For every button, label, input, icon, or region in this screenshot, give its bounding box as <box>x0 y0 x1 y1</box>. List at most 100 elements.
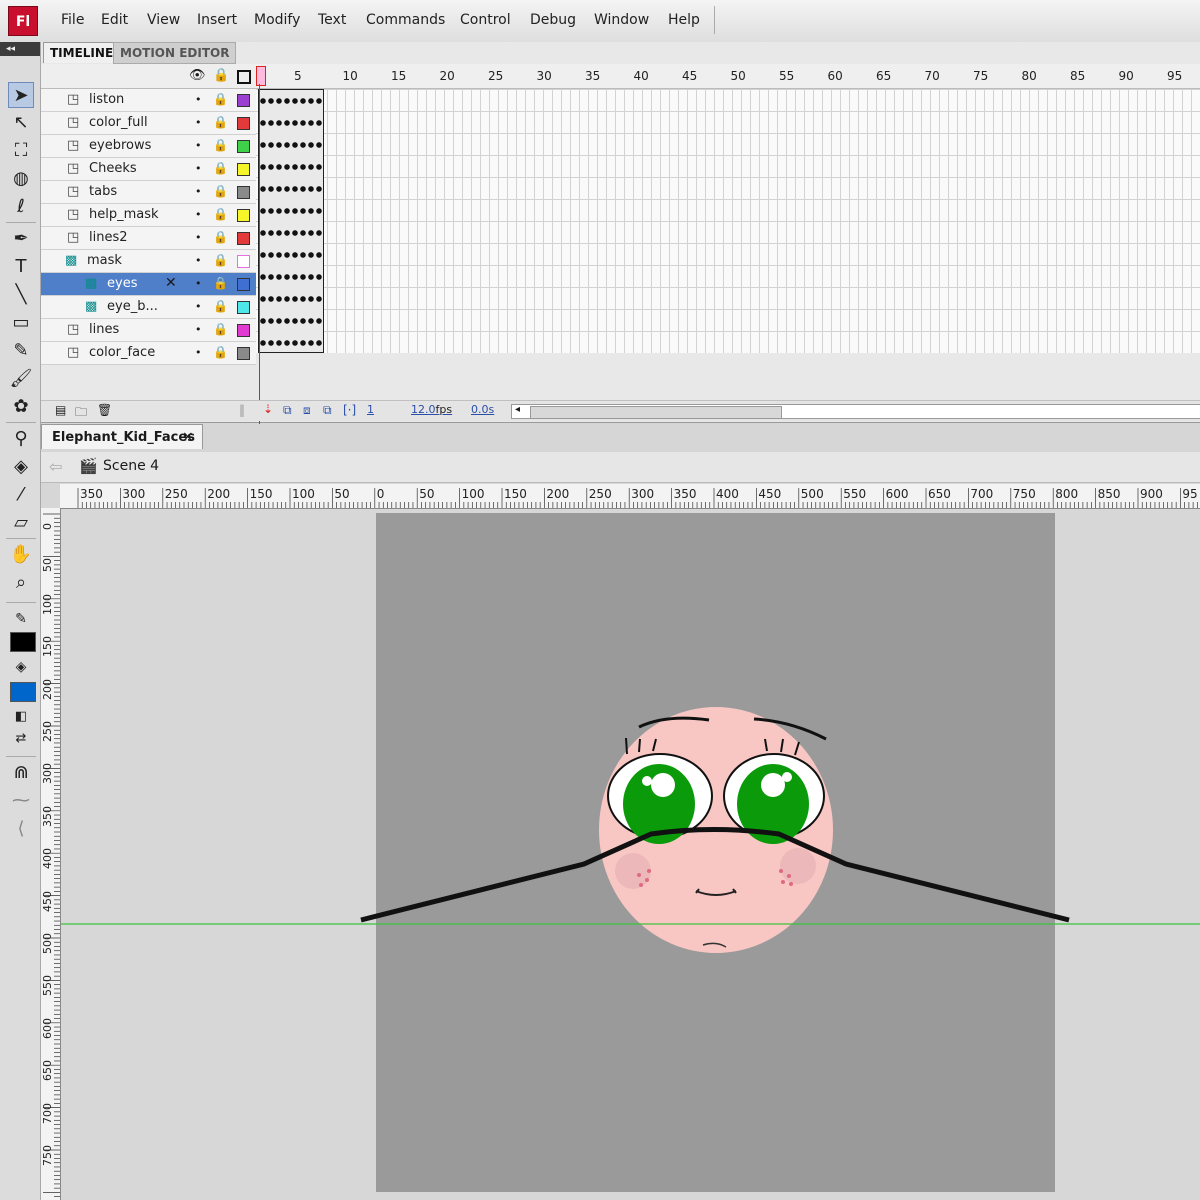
show-hide-all-icon[interactable]: 👁 <box>189 68 206 83</box>
frame-ruler[interactable]: 15101520253035404550556065707580859095 <box>256 64 1200 89</box>
text-tool-icon[interactable]: T <box>8 254 34 280</box>
menu-file[interactable]: File <box>61 12 84 28</box>
edit-multiple-frames-icon[interactable]: ⧉ <box>323 403 332 418</box>
frame-number[interactable]: 40 <box>634 69 649 83</box>
visibility-dot-icon[interactable]: • <box>195 162 202 175</box>
layer-row[interactable]: ▩ eye_b... • 🔒 <box>41 296 256 319</box>
layer-outline-color[interactable] <box>237 255 250 268</box>
frame-number[interactable]: 45 <box>682 69 697 83</box>
elapsed-time[interactable]: 0.0s <box>471 403 494 416</box>
layer-row[interactable]: ◳ lines • 🔒 <box>41 319 256 342</box>
eyedropper-tool-icon[interactable]: ⁄ <box>8 482 34 508</box>
layer-outline-color[interactable] <box>237 278 250 291</box>
menu-insert[interactable]: Insert <box>197 12 237 28</box>
modify-markers-icon[interactable]: [·] <box>343 403 356 417</box>
layer-outline-color[interactable] <box>237 186 250 199</box>
layer-row[interactable]: ◳ eyebrows • 🔒 <box>41 135 256 158</box>
frame-number[interactable]: 85 <box>1070 69 1085 83</box>
center-frame-icon[interactable]: ⇣ <box>263 402 273 416</box>
lock-icon[interactable]: 🔒 <box>213 345 228 359</box>
visibility-dot-icon[interactable]: • <box>195 300 202 313</box>
layer-outline-color[interactable] <box>237 163 250 176</box>
menu-text[interactable]: Text <box>318 12 346 28</box>
resize-handle-icon[interactable]: ‖ <box>239 403 245 417</box>
layer-name[interactable]: eye_b... <box>107 299 158 314</box>
frame-number[interactable]: 30 <box>537 69 552 83</box>
visibility-dot-icon[interactable]: • <box>195 208 202 221</box>
lock-icon[interactable]: 🔒 <box>213 161 228 175</box>
layer-name[interactable]: help_mask <box>89 207 159 222</box>
lock-icon[interactable]: 🔒 <box>213 253 228 267</box>
layer-outline-color[interactable] <box>237 94 250 107</box>
scrollbar-thumb[interactable] <box>530 406 782 419</box>
outline-all-icon[interactable] <box>237 70 251 84</box>
new-layer-icon[interactable]: ▤ <box>55 403 66 417</box>
frame-number[interactable]: 70 <box>925 69 940 83</box>
lock-icon[interactable]: 🔒 <box>213 230 228 244</box>
visibility-dot-icon[interactable]: • <box>195 277 202 290</box>
tools-collapse-button[interactable]: ◂◂ <box>0 42 40 56</box>
stroke-color-swatch[interactable] <box>10 632 36 652</box>
menu-control[interactable]: Control <box>460 12 511 28</box>
layer-outline-color[interactable] <box>237 117 250 130</box>
lock-icon[interactable]: 🔒 <box>213 207 228 221</box>
onion-skin-icon[interactable]: ⧉ <box>283 403 292 418</box>
snap-to-objects-icon[interactable]: ⋒ <box>8 760 34 786</box>
tab-motion-editor[interactable]: MOTION EDITOR <box>113 42 237 64</box>
brush-tool-icon[interactable]: 🖌 <box>8 366 34 392</box>
layer-name[interactable]: color_full <box>89 115 148 130</box>
swap-colors-icon[interactable]: ⇄ <box>8 726 34 752</box>
layer-row[interactable]: ◳ lines2 • 🔒 <box>41 227 256 250</box>
visibility-dot-icon[interactable]: • <box>195 231 202 244</box>
frame-number[interactable]: 10 <box>343 69 358 83</box>
hand-tool-icon[interactable]: ✋ <box>8 542 34 568</box>
playhead[interactable] <box>256 66 266 86</box>
layer-name[interactable]: mask <box>87 253 122 268</box>
visibility-dot-icon[interactable]: • <box>195 93 202 106</box>
frame-rate[interactable]: 12.0fps <box>411 403 452 416</box>
menu-view[interactable]: View <box>147 12 180 28</box>
layer-row[interactable]: ◳ liston • 🔒 <box>41 89 256 112</box>
line-tool-icon[interactable]: ╲ <box>8 282 34 308</box>
visibility-dot-icon[interactable]: • <box>195 346 202 359</box>
current-frame[interactable]: 1 <box>367 403 374 416</box>
lasso-tool-icon[interactable]: ℓ <box>8 194 34 220</box>
smooth-icon[interactable]: ⁓ <box>8 788 34 814</box>
layer-outline-color[interactable] <box>237 140 250 153</box>
menu-debug[interactable]: Debug <box>530 12 576 28</box>
layer-name[interactable]: eyebrows <box>89 138 151 153</box>
eraser-tool-icon[interactable]: ▱ <box>8 510 34 536</box>
layer-outline-color[interactable] <box>237 324 250 337</box>
layer-name[interactable]: eyes <box>107 276 137 291</box>
frame-number[interactable]: 25 <box>488 69 503 83</box>
layer-name[interactable]: color_face <box>89 345 155 360</box>
lock-icon[interactable]: 🔒 <box>213 92 228 106</box>
frame-number[interactable]: 65 <box>876 69 891 83</box>
back-arrow-icon[interactable]: ⇦ <box>49 457 62 476</box>
visibility-dot-icon[interactable]: • <box>195 254 202 267</box>
lock-icon[interactable]: 🔒 <box>213 184 228 198</box>
free-transform-tool-icon[interactable]: ⛶ <box>8 138 34 164</box>
frame-number[interactable]: 5 <box>294 69 302 83</box>
keyframes-block[interactable] <box>258 89 324 353</box>
subselection-tool-icon[interactable]: ↖ <box>8 110 34 136</box>
frame-number[interactable]: 75 <box>973 69 988 83</box>
pencil-crossed-icon[interactable]: ✕ <box>165 275 177 291</box>
document-tab[interactable]: Elephant_Kid_Faces × <box>41 424 203 449</box>
scroll-left-icon[interactable]: ◂ <box>515 404 520 415</box>
frame-number[interactable]: 95 <box>1167 69 1182 83</box>
menu-commands[interactable]: Commands <box>366 12 445 28</box>
delete-layer-icon[interactable]: 🗑 <box>97 403 112 417</box>
visibility-dot-icon[interactable]: • <box>195 116 202 129</box>
lock-icon[interactable]: 🔒 <box>213 115 228 129</box>
lock-icon[interactable]: 🔒 <box>213 322 228 336</box>
new-folder-icon[interactable]: 🗀 <box>75 403 87 424</box>
layer-name[interactable]: tabs <box>89 184 117 199</box>
tab-timeline[interactable]: TIMELINE <box>43 42 121 63</box>
zoom-tool-icon[interactable]: ⌕ <box>8 570 34 596</box>
layer-row[interactable]: ▩ eyes ✕ • 🔒 <box>41 273 256 296</box>
layer-row[interactable]: ▩ mask • 🔒 <box>41 250 256 273</box>
layer-outline-color[interactable] <box>237 347 250 360</box>
frame-number[interactable]: 55 <box>779 69 794 83</box>
layer-name[interactable]: lines2 <box>89 230 128 245</box>
